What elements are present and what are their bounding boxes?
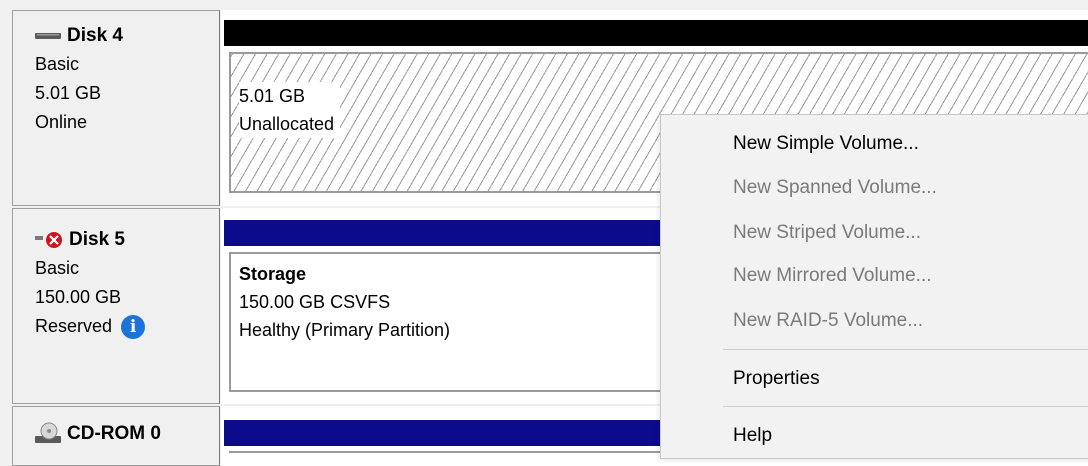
partition-size: 5.01 GB <box>239 86 306 106</box>
disk-type: Basic <box>35 54 80 74</box>
info-icon[interactable]: i <box>121 315 146 340</box>
menu-separator <box>723 349 1088 350</box>
disk-type: Basic <box>35 258 80 278</box>
menu-item-new-raid5-volume[interactable]: New RAID-5 Volume... <box>733 309 923 333</box>
disk-status: Online <box>35 112 88 132</box>
disk-4-label[interactable]: Disk 4 Basic 5.01 GB Online <box>12 10 220 206</box>
disk-icon <box>35 30 63 42</box>
context-menu: New Simple Volume... New Spanned Volume.… <box>660 114 1088 459</box>
disk-size: 150.00 GB <box>35 287 122 307</box>
menu-separator <box>723 406 1088 407</box>
disk-status: Reserved <box>35 316 113 336</box>
cdrom-0-label[interactable]: CD-ROM 0 <box>12 406 220 466</box>
menu-item-properties[interactable]: Properties <box>733 367 820 391</box>
disk-5-label[interactable]: Disk 5 Basic 150.00 GB Reserved i <box>12 208 220 404</box>
menu-item-new-spanned-volume[interactable]: New Spanned Volume... <box>733 176 937 200</box>
disk-size: 5.01 GB <box>35 83 102 103</box>
disk-name: CD-ROM 0 <box>67 423 161 444</box>
menu-item-new-simple-volume[interactable]: New Simple Volume... <box>733 132 919 156</box>
partition-label: Unallocated <box>239 114 335 134</box>
menu-item-help[interactable]: Help <box>733 424 772 448</box>
unallocated-bar <box>224 20 1088 46</box>
cdrom-icon <box>35 422 63 446</box>
menu-item-new-mirrored-volume[interactable]: New Mirrored Volume... <box>733 264 932 288</box>
disk-name: Disk 5 <box>69 229 125 250</box>
disk-name: Disk 4 <box>67 25 123 46</box>
disk-offline-icon <box>35 230 65 250</box>
menu-item-new-striped-volume[interactable]: New Striped Volume... <box>733 221 921 245</box>
